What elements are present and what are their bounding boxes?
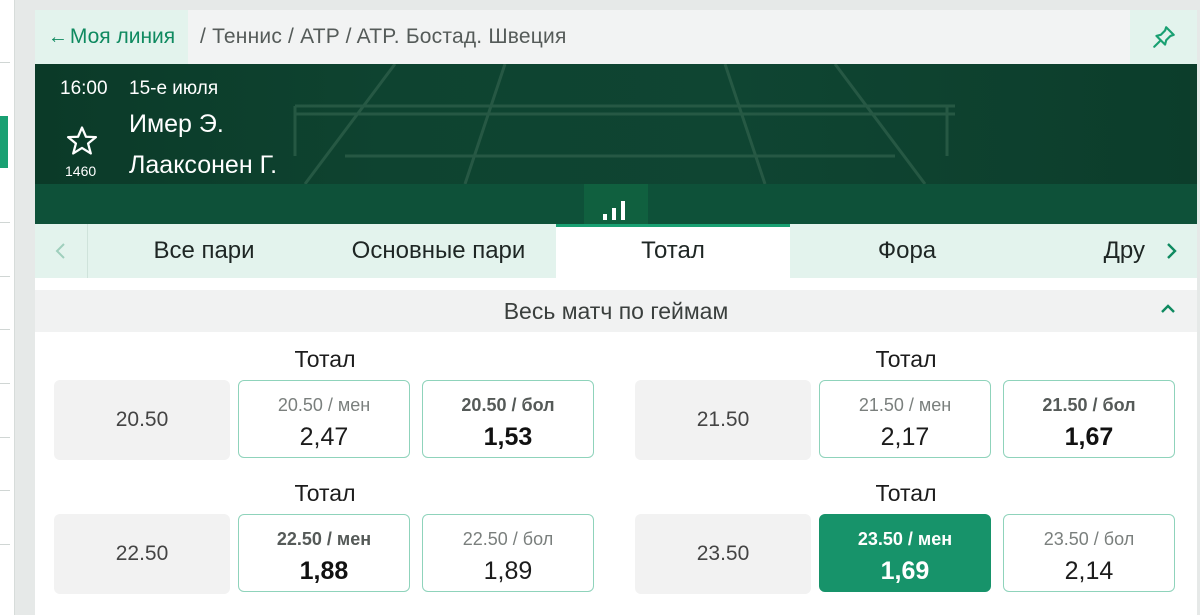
over-odds-button[interactable]: 22.50 / бол 1,89	[422, 514, 594, 592]
odds-label: 20.50 / бол	[461, 395, 555, 415]
chevron-up-icon[interactable]	[1159, 302, 1177, 316]
market-title: Тотал	[294, 480, 356, 506]
tab-main-bets[interactable]: Основные пари	[321, 224, 556, 278]
rail-divider	[0, 490, 10, 491]
pin-button[interactable]	[1130, 10, 1197, 64]
over-odds-button[interactable]: 21.50 / бол 1,67	[1003, 380, 1175, 458]
odds-label: 23.50 / мен	[857, 529, 953, 549]
odds-value: 2,14	[1064, 557, 1114, 585]
rail-divider	[0, 544, 10, 545]
my-line-back-button[interactable]: ← Моя линия	[35, 10, 188, 64]
market-tabs: Все пари Основные пари Тотал Фора Дру	[35, 224, 1197, 278]
rail-divider	[0, 222, 10, 223]
total-line: 20.50	[54, 380, 230, 460]
under-odds-button[interactable]: 22.50 / мен 1,88	[238, 514, 410, 592]
market-title: Тотал	[875, 480, 937, 506]
breadcrumb-path[interactable]: / Теннис / ATP / ATP. Бостад. Швеция	[200, 25, 567, 49]
total-line: 21.50	[635, 380, 811, 460]
event-id: 1460	[65, 163, 97, 179]
event-header: 16:00 15-е июля Имер Э. Лааксонен Г. 146…	[35, 64, 1197, 184]
team-2-name: Лааксонен Г.	[129, 151, 278, 179]
tab-total[interactable]: Тотал	[556, 224, 790, 278]
arrow-left-icon: ←	[47, 25, 68, 48]
stats-strip	[35, 184, 1197, 224]
rail-active-marker	[0, 116, 8, 168]
star-icon[interactable]	[65, 124, 99, 158]
tabs-prev-button[interactable]	[35, 224, 88, 278]
market-title: Тотал	[875, 346, 937, 372]
market-title: Тотал	[294, 346, 356, 372]
bar-chart-icon	[603, 201, 625, 220]
back-label: Моя линия	[69, 25, 176, 48]
under-odds-button[interactable]: 20.50 / мен 2,47	[238, 380, 410, 458]
pin-icon	[1152, 26, 1175, 48]
total-line: 22.50	[54, 514, 230, 594]
tab-label: Все пари	[153, 237, 255, 264]
tab-label: Фора	[877, 237, 937, 264]
rail-divider	[0, 276, 10, 277]
tab-label: Основные пари	[351, 237, 526, 264]
team-1-name: Имер Э.	[129, 110, 224, 138]
chevron-left-icon	[55, 243, 65, 259]
tab-other[interactable]: Дру	[1024, 224, 1145, 278]
rail-divider	[0, 383, 10, 384]
odds-value: 2,47	[299, 423, 349, 451]
tab-label: Дру	[1103, 237, 1145, 264]
event-panel: ← Моя линия / Теннис / ATP / ATP. Бостад…	[35, 10, 1197, 615]
rail-divider	[0, 62, 10, 63]
odds-value: 1,88	[299, 557, 349, 585]
event-time: 16:00	[60, 78, 108, 99]
left-sidebar-rail	[0, 0, 15, 615]
over-odds-button[interactable]: 20.50 / бол 1,53	[422, 380, 594, 458]
chevron-right-icon	[1167, 243, 1177, 259]
odds-value: 1,69	[880, 557, 930, 585]
tab-all-bets[interactable]: Все пари	[87, 224, 321, 278]
under-odds-button[interactable]: 21.50 / мен 2,17	[819, 380, 991, 458]
odds-value: 1,89	[483, 557, 533, 585]
rail-divider	[0, 329, 10, 330]
section-header[interactable]: Весь матч по геймам	[35, 290, 1197, 332]
odds-label: 22.50 / бол	[462, 529, 554, 549]
odds-label: 22.50 / мен	[276, 529, 372, 549]
odds-label: 20.50 / мен	[277, 395, 371, 415]
tab-handicap[interactable]: Фора	[790, 224, 1024, 278]
statistics-button[interactable]	[584, 184, 648, 224]
tab-label: Тотал	[641, 237, 705, 264]
tennis-court-graphic	[293, 64, 955, 184]
tabs-next-button[interactable]	[1145, 224, 1197, 278]
odds-value: 1,53	[483, 423, 533, 451]
under-odds-button-selected[interactable]: 23.50 / мен 1,69	[819, 514, 991, 592]
odds-label: 21.50 / мен	[858, 395, 952, 415]
odds-value: 1,67	[1064, 423, 1114, 451]
odds-label: 21.50 / бол	[1042, 395, 1136, 415]
breadcrumb: ← Моя линия / Теннис / ATP / ATP. Бостад…	[35, 10, 1197, 64]
rail-divider	[0, 437, 10, 438]
total-line: 23.50	[635, 514, 811, 594]
event-date: 15-е июля	[129, 78, 219, 99]
section-title: Весь матч по геймам	[503, 297, 729, 324]
odds-value: 2,17	[880, 423, 930, 451]
odds-label: 23.50 / бол	[1043, 529, 1135, 549]
over-odds-button[interactable]: 23.50 / бол 2,14	[1003, 514, 1175, 592]
